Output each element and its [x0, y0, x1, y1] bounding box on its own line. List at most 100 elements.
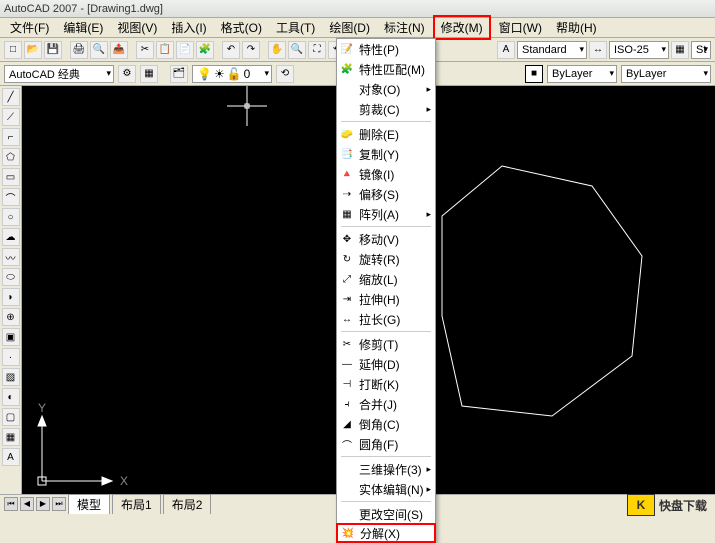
- menu-item[interactable]: ◢倒角(C): [337, 414, 435, 434]
- menu-item[interactable]: 剪裁(C)▸: [337, 99, 435, 119]
- ellipsearc-icon[interactable]: ◗: [2, 288, 20, 306]
- textstyle-select[interactable]: Standard: [517, 41, 587, 59]
- tab-first-icon[interactable]: ⏮: [4, 497, 18, 511]
- line-icon[interactable]: ╱: [2, 88, 20, 106]
- color-select[interactable]: ByLayer: [547, 65, 617, 83]
- menu-item[interactable]: 更改空间(S): [337, 504, 435, 524]
- open-icon[interactable]: 📂: [24, 41, 42, 59]
- preview-icon[interactable]: 🔍: [90, 41, 108, 59]
- insert-icon[interactable]: ⊕: [2, 308, 20, 326]
- menu-item-icon: 🧩: [339, 61, 355, 77]
- paste-icon[interactable]: 📄: [176, 41, 194, 59]
- zoomwin-icon[interactable]: ⛶: [308, 41, 326, 59]
- menu-item-icon: ✂: [339, 336, 355, 352]
- menu-help[interactable]: 帮助(H): [550, 17, 603, 38]
- menu-item[interactable]: ⇢偏移(S): [337, 184, 435, 204]
- workspace-select[interactable]: AutoCAD 经典: [4, 65, 114, 83]
- menu-item[interactable]: ⇥拉伸(H): [337, 289, 435, 309]
- layer-prop-icon[interactable]: 🗂: [170, 65, 188, 83]
- menu-tools[interactable]: 工具(T): [270, 17, 321, 38]
- layer-prev-icon[interactable]: ⟲: [276, 65, 294, 83]
- dimstyle-icon[interactable]: ↔: [589, 41, 607, 59]
- menu-file[interactable]: 文件(F): [4, 17, 55, 38]
- menu-dimension[interactable]: 标注(N): [378, 17, 431, 38]
- tablestyle-select[interactable]: St: [691, 41, 711, 59]
- menu-item[interactable]: ⊣打断(K): [337, 374, 435, 394]
- cut-icon[interactable]: ✂: [136, 41, 154, 59]
- tab-next-icon[interactable]: ▶: [36, 497, 50, 511]
- menu-item[interactable]: 实体编辑(N)▸: [337, 479, 435, 499]
- menu-separator: [341, 501, 431, 502]
- gradient-icon[interactable]: ◐: [2, 388, 20, 406]
- menu-view[interactable]: 视图(V): [111, 17, 163, 38]
- tab-layout1[interactable]: 布局1: [112, 494, 161, 514]
- menu-item-icon: 🔺: [339, 166, 355, 182]
- tab-prev-icon[interactable]: ◀: [20, 497, 34, 511]
- menu-window[interactable]: 窗口(W): [493, 17, 548, 38]
- menu-format[interactable]: 格式(O): [215, 17, 268, 38]
- ucs-icon: [38, 416, 112, 485]
- pan-icon[interactable]: ✋: [268, 41, 286, 59]
- arc-icon[interactable]: ⌒: [2, 188, 20, 206]
- menu-item[interactable]: 💥分解(X): [336, 523, 436, 543]
- redo-icon[interactable]: ↷: [242, 41, 260, 59]
- matchprop-icon[interactable]: 🧩: [196, 41, 214, 59]
- menu-item[interactable]: ⤢缩放(L): [337, 269, 435, 289]
- ws-toolbar-icon[interactable]: ▦: [140, 65, 158, 83]
- menu-modify[interactable]: 修改(M): [433, 15, 491, 40]
- menu-draw[interactable]: 绘图(D): [323, 17, 376, 38]
- tab-layout2[interactable]: 布局2: [163, 494, 212, 514]
- menu-item[interactable]: ✂修剪(T): [337, 334, 435, 354]
- menu-item[interactable]: ↻旋转(R): [337, 249, 435, 269]
- xline-icon[interactable]: ⟋: [2, 108, 20, 126]
- color-icon[interactable]: ■: [525, 65, 543, 83]
- menu-item[interactable]: ✥移动(V): [337, 229, 435, 249]
- tablestyle-icon[interactable]: ▦: [671, 41, 689, 59]
- menu-item[interactable]: ⌒圆角(F): [337, 434, 435, 454]
- menu-item[interactable]: 三维操作(3)▸: [337, 459, 435, 479]
- polyline-icon[interactable]: ⌐: [2, 128, 20, 146]
- circle-icon[interactable]: ○: [2, 208, 20, 226]
- print-icon[interactable]: 🖨: [70, 41, 88, 59]
- undo-icon[interactable]: ↶: [222, 41, 240, 59]
- submenu-arrow-icon: ▸: [426, 464, 431, 475]
- dimstyle-select[interactable]: ISO-25: [609, 41, 669, 59]
- new-icon[interactable]: □: [4, 41, 22, 59]
- menu-item[interactable]: 🔺镜像(I): [337, 164, 435, 184]
- menu-item[interactable]: ▦阵列(A)▸: [337, 204, 435, 224]
- tab-last-icon[interactable]: ⏭: [52, 497, 66, 511]
- menu-item-icon: 💥: [340, 525, 356, 541]
- hatch-icon[interactable]: ▨: [2, 368, 20, 386]
- menu-item[interactable]: —延伸(D): [337, 354, 435, 374]
- tab-model[interactable]: 模型: [68, 494, 110, 514]
- menu-item[interactable]: 🧩特性匹配(M): [337, 59, 435, 79]
- menu-item[interactable]: ↔拉长(G): [337, 309, 435, 329]
- spline-icon[interactable]: 〰: [2, 248, 20, 266]
- menu-item[interactable]: ⫞合并(J): [337, 394, 435, 414]
- text-icon[interactable]: A: [2, 448, 20, 466]
- table-icon[interactable]: ▦: [2, 428, 20, 446]
- block-icon[interactable]: ▣: [2, 328, 20, 346]
- ellipse-icon[interactable]: ⬭: [2, 268, 20, 286]
- menu-item[interactable]: 🧽删除(E): [337, 124, 435, 144]
- region-icon[interactable]: ▢: [2, 408, 20, 426]
- menu-edit[interactable]: 编辑(E): [57, 17, 109, 38]
- publish-icon[interactable]: 📤: [110, 41, 128, 59]
- menu-insert[interactable]: 插入(I): [165, 17, 212, 38]
- textstyle-icon[interactable]: A: [497, 41, 515, 59]
- save-icon[interactable]: 💾: [44, 41, 62, 59]
- point-icon[interactable]: ·: [2, 348, 20, 366]
- rectangle-icon[interactable]: ▭: [2, 168, 20, 186]
- polygon-icon[interactable]: ⬠: [2, 148, 20, 166]
- copy-icon[interactable]: 📋: [156, 41, 174, 59]
- revcloud-icon[interactable]: ☁: [2, 228, 20, 246]
- linetype-select[interactable]: ByLayer: [621, 65, 711, 83]
- menu-item[interactable]: 对象(O)▸: [337, 79, 435, 99]
- bulb-icon: 💡: [197, 67, 212, 81]
- menu-item-icon: ◢: [339, 416, 355, 432]
- ws-settings-icon[interactable]: ⚙: [118, 65, 136, 83]
- zoom-icon[interactable]: 🔍: [288, 41, 306, 59]
- layer-select[interactable]: 💡☀🔓 0: [192, 65, 272, 83]
- menu-item[interactable]: 📑复制(Y): [337, 144, 435, 164]
- menu-item[interactable]: 📝特性(P): [337, 39, 435, 59]
